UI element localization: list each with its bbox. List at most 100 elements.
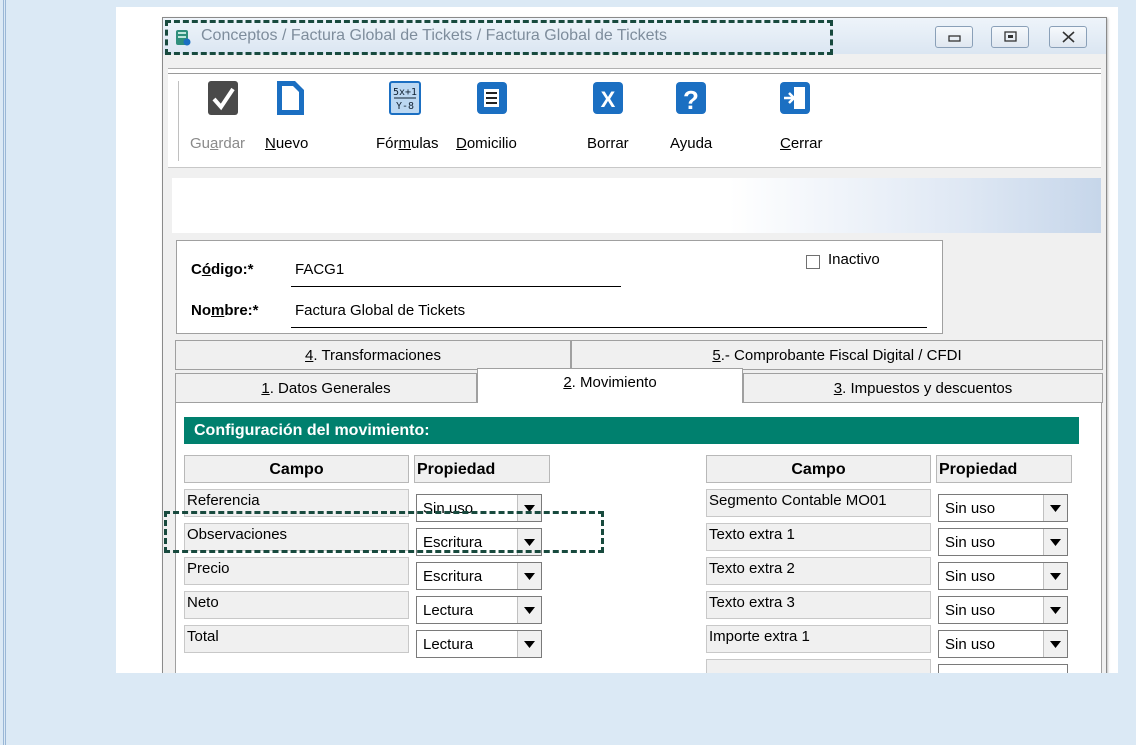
right-propiedad-select[interactable]: Sin uso (938, 528, 1068, 556)
name-field[interactable]: Factura Global de Tickets (295, 302, 465, 319)
help-question-icon: ? (676, 82, 706, 115)
right-propiedad-select-partial[interactable] (938, 664, 1068, 673)
toolbar-divider (168, 73, 1101, 74)
right-propiedad-select[interactable]: Sin uso (938, 596, 1068, 624)
right-campo-cell: Importe extra 1 (706, 625, 931, 653)
address-book-icon (477, 82, 507, 114)
svg-text:5x+1: 5x+1 (393, 87, 417, 98)
formula-icon: 5x+1 Y-8 (389, 81, 421, 115)
code-field-underline (291, 286, 621, 287)
help-label: Ayuda (670, 135, 713, 152)
toolbar: Guardar Nuevo 5x+1 Y-8 Fórmulas Domicili… (168, 68, 1101, 168)
delete-label: Borrar (587, 135, 629, 152)
maximize-button[interactable] (991, 26, 1029, 48)
svg-text:X: X (601, 87, 616, 112)
select-value: Sin uso (945, 602, 996, 619)
chevron-down-icon (1050, 607, 1061, 614)
dropdown-button[interactable] (1043, 597, 1067, 623)
save-label: Guardar (190, 135, 246, 152)
right-propiedad-select[interactable]: Sin uso (938, 494, 1068, 522)
right-propiedad-select[interactable]: Sin uso (938, 562, 1068, 590)
right-header-propiedad: Propiedad (936, 455, 1072, 483)
right-campo-cell-partial (706, 659, 931, 673)
select-value: Escritura (423, 568, 483, 585)
select-value: Sin uso (945, 636, 996, 653)
exit-door-icon (780, 82, 810, 114)
address-label: Domicilio (456, 135, 517, 152)
formulas-button[interactable]: 5x+1 Y-8 Fórmulas (364, 79, 454, 159)
left-campo-cell: Total (184, 625, 409, 653)
chevron-down-icon (1050, 539, 1061, 546)
minimize-icon (948, 35, 961, 42)
page-left-border (3, 0, 6, 745)
concept-fields: Código:* FACG1 Inactivo Nombre:* Factura… (176, 240, 943, 334)
right-campo-cell: Texto extra 3 (706, 591, 931, 619)
chevron-down-icon (1050, 641, 1061, 648)
left-campo-cell: Neto (184, 591, 409, 619)
right-campo-cell: Texto extra 2 (706, 557, 931, 585)
formulas-label: Fórmulas (376, 135, 439, 152)
left-header-propiedad: Propiedad (414, 455, 550, 483)
svg-text:?: ? (683, 85, 699, 115)
chevron-down-icon (1050, 505, 1061, 512)
help-button[interactable]: ? Ayuda (662, 79, 722, 159)
code-field[interactable]: FACG1 (295, 261, 344, 278)
header-banner (172, 178, 1101, 233)
tab-cfdi[interactable]: 5.- Comprobante Fiscal Digital / CFDI (571, 340, 1103, 370)
tab-impuestos[interactable]: 3. Impuestos y descuentos (743, 373, 1103, 403)
new-button[interactable]: Nuevo (261, 79, 321, 159)
dropdown-button[interactable] (517, 597, 541, 623)
toolbar-separator (178, 81, 179, 161)
minimize-button[interactable] (935, 26, 973, 48)
close-form-label: Cerrar (780, 135, 823, 152)
right-propiedad-select[interactable]: Sin uso (938, 630, 1068, 658)
tab-transformaciones[interactable]: 4. Transformaciones (175, 340, 571, 370)
dropdown-button[interactable] (1043, 495, 1067, 521)
close-button[interactable] (1049, 26, 1087, 48)
dropdown-button[interactable] (1043, 563, 1067, 589)
right-campo-cell: Texto extra 1 (706, 523, 931, 551)
new-document-icon (277, 81, 304, 115)
section-title: Configuración del movimiento: (184, 417, 1079, 444)
title-bar: Conceptos / Factura Global de Tickets / … (163, 18, 1106, 55)
close-form-button[interactable]: Cerrar (766, 79, 826, 159)
chevron-down-icon (1050, 573, 1061, 580)
select-value: Lectura (423, 636, 474, 653)
dropdown-button[interactable] (517, 631, 541, 657)
new-label: Nuevo (265, 135, 309, 152)
save-button[interactable]: Guardar (188, 79, 256, 159)
tab-movimiento[interactable]: 2. Movimiento (477, 368, 743, 404)
chevron-down-icon (524, 607, 535, 614)
name-field-underline (291, 327, 927, 328)
select-value: Lectura (423, 602, 474, 619)
left-campo-cell: Precio (184, 557, 409, 585)
right-campo-cell: Segmento Contable MO01 (706, 489, 931, 517)
right-header-campo: Campo (706, 455, 931, 483)
screenshot-area: Conceptos / Factura Global de Tickets / … (116, 7, 1118, 673)
name-label: Nombre:* (191, 302, 259, 319)
left-propiedad-select[interactable]: Lectura (416, 630, 542, 658)
checkmark-icon (208, 81, 238, 115)
chevron-down-icon (524, 573, 535, 580)
close-icon (1062, 31, 1075, 43)
code-label: Código:* (191, 261, 254, 278)
dropdown-button[interactable] (517, 563, 541, 589)
tab-datos-generales[interactable]: 1. Datos Generales (175, 373, 477, 403)
inactive-checkbox[interactable] (806, 255, 820, 269)
address-button[interactable]: Domicilio (453, 79, 533, 159)
select-value: Sin uso (945, 534, 996, 551)
delete-x-icon: X (593, 82, 623, 114)
select-value: Sin uso (945, 568, 996, 585)
observaciones-highlight-box (164, 511, 604, 553)
left-propiedad-select[interactable]: Escritura (416, 562, 542, 590)
select-value: Sin uso (945, 500, 996, 517)
title-highlight-box (165, 20, 833, 55)
svg-text:Y-8: Y-8 (396, 101, 414, 112)
chevron-down-icon (524, 641, 535, 648)
dropdown-button[interactable] (1043, 529, 1067, 555)
delete-button[interactable]: X Borrar (580, 79, 640, 159)
inactive-label: Inactivo (828, 251, 880, 268)
left-propiedad-select[interactable]: Lectura (416, 596, 542, 624)
dropdown-button[interactable] (1043, 631, 1067, 657)
maximize-icon (1004, 31, 1017, 42)
